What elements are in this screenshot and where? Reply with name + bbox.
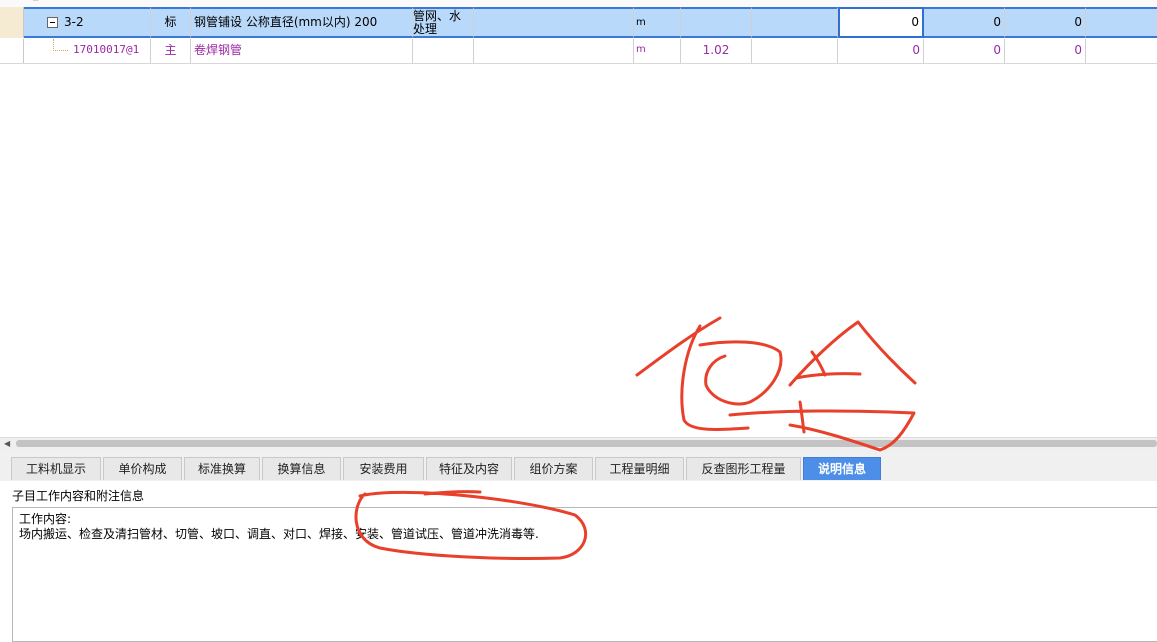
value-text: 0 xyxy=(912,43,920,57)
unit-text: m xyxy=(636,17,646,28)
qty-cell[interactable]: 1.02 xyxy=(681,39,752,63)
unit-text: m xyxy=(636,44,646,55)
tree-marker-icon: ┴ xyxy=(33,0,39,6)
code-cell[interactable]: 3-2 xyxy=(24,7,151,38)
value-text: 0 xyxy=(911,15,919,29)
tab-pricing-plan[interactable]: 组价方案 xyxy=(514,457,593,480)
value-cell[interactable]: 0 xyxy=(1005,7,1086,38)
tab-quantity-detail[interactable]: 工程量明细 xyxy=(595,457,684,480)
row-gutter[interactable] xyxy=(0,39,24,63)
qty-cell[interactable] xyxy=(681,7,752,38)
tab-features-content[interactable]: 特征及内容 xyxy=(426,457,512,480)
unit-cell[interactable]: m xyxy=(634,39,681,63)
code-cell[interactable]: 17010017@1 xyxy=(24,39,151,63)
value-cell[interactable]: 0 xyxy=(924,7,1005,38)
work-content-text: 场内搬运、检查及清扫管材、切管、坡口、调直、对口、焊接、安装、管道试压、管道冲洗… xyxy=(19,527,539,541)
value-cell[interactable]: 0 xyxy=(924,39,1005,63)
blank-cell[interactable] xyxy=(474,39,634,63)
code-text: 17010017@1 xyxy=(73,43,140,56)
blank-cell[interactable] xyxy=(752,7,838,38)
table-row-child[interactable]: 17010017@1 主 卷焊钢管 m 1.02 0 0 0 xyxy=(0,39,1157,64)
tree-connector-icon xyxy=(53,39,68,51)
work-content-heading: 工作内容: xyxy=(19,512,72,526)
value-text: 0 xyxy=(993,43,1001,57)
tab-conversion-info[interactable]: 换算信息 xyxy=(262,457,341,480)
value-cell[interactable]: 0 xyxy=(838,39,924,63)
name-cell[interactable]: 卷焊钢管 xyxy=(191,39,413,63)
value-cell-editing[interactable]: 0 xyxy=(838,7,924,38)
spec-text: 管网、水处理 xyxy=(413,9,462,36)
quota-grid: ┴ 3-2 标 钢管铺设 公称直径(mm以内) 200 管网、水处理 m 0 0… xyxy=(0,0,1157,440)
blank-cell[interactable] xyxy=(1086,7,1157,38)
tab-installation-fee[interactable]: 安装费用 xyxy=(343,457,424,480)
value-cell[interactable]: 0 xyxy=(1005,39,1086,63)
horizontal-scrollbar[interactable]: ◀ xyxy=(0,437,1157,450)
work-content-textarea[interactable]: 工作内容: 场内搬运、检查及清扫管材、切管、坡口、调直、对口、焊接、安装、管道试… xyxy=(12,507,1157,642)
name-text: 卷焊钢管 xyxy=(194,43,243,57)
spec-cell[interactable]: 管网、水处理 xyxy=(413,7,474,38)
scrollbar-thumb[interactable] xyxy=(16,440,1157,447)
blank-cell[interactable] xyxy=(1086,39,1157,63)
tab-standard-conversion[interactable]: 标准换算 xyxy=(184,457,260,480)
unit-cell[interactable]: m xyxy=(634,7,681,38)
detail-tab-bar: 工料机显示 单价构成 标准换算 换算信息 安装费用 特征及内容 组价方案 工程量… xyxy=(0,450,1157,481)
spec-cell[interactable] xyxy=(413,39,474,63)
tab-description-info[interactable]: 说明信息 xyxy=(803,457,881,480)
scroll-left-arrow-icon[interactable]: ◀ xyxy=(4,438,10,450)
value-text: 0 xyxy=(993,15,1001,29)
tab-reverse-lookup[interactable]: 反查图形工程量 xyxy=(686,457,801,480)
row-gutter[interactable] xyxy=(0,7,24,38)
qty-text: 1.02 xyxy=(702,43,730,57)
blank-cell[interactable] xyxy=(752,39,838,63)
value-text: 0 xyxy=(1074,15,1082,29)
table-row-selected[interactable]: 3-2 标 钢管铺设 公称直径(mm以内) 200 管网、水处理 m 0 0 0 xyxy=(0,7,1157,38)
type-cell[interactable]: 主 xyxy=(151,39,191,63)
code-text: 3-2 xyxy=(64,15,84,29)
type-text: 标 xyxy=(164,15,177,29)
tab-material-machine[interactable]: 工料机显示 xyxy=(11,457,101,480)
name-text: 钢管铺设 公称直径(mm以内) 200 xyxy=(194,15,378,29)
name-cell[interactable]: 钢管铺设 公称直径(mm以内) 200 xyxy=(191,7,413,38)
collapse-icon[interactable] xyxy=(47,17,58,28)
info-panel-label: 子目工作内容和附注信息 xyxy=(12,489,145,503)
blank-cell[interactable] xyxy=(474,7,634,38)
type-text: 主 xyxy=(164,43,177,57)
tab-unit-price[interactable]: 单价构成 xyxy=(103,457,182,480)
type-cell[interactable]: 标 xyxy=(151,7,191,38)
value-text: 0 xyxy=(1074,43,1082,57)
